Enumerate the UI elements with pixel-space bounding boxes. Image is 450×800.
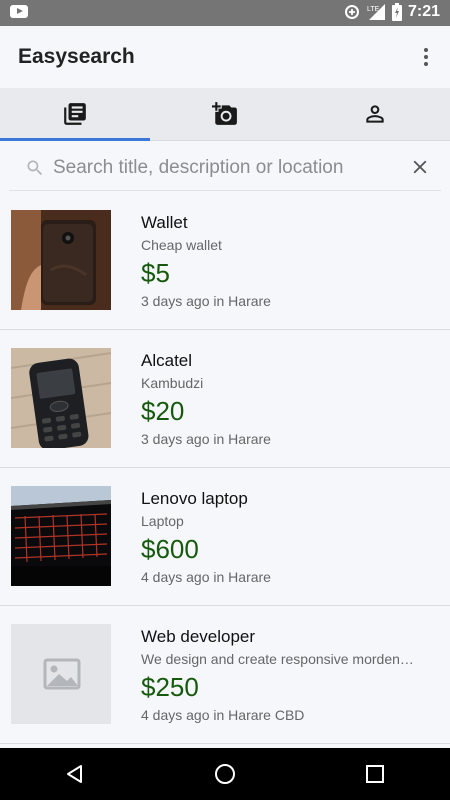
home-button[interactable] bbox=[205, 754, 245, 794]
listing-description: We design and create responsive morden… bbox=[141, 651, 414, 667]
svg-text:LTE: LTE bbox=[367, 6, 380, 13]
listing-meta: 3 days ago in Harare bbox=[141, 431, 271, 447]
list-item[interactable]: Web developer We design and create respo… bbox=[0, 606, 450, 744]
tab-listings[interactable] bbox=[0, 88, 150, 141]
search-icon bbox=[27, 160, 43, 176]
laptop-photo bbox=[11, 486, 111, 586]
data-saver-icon bbox=[344, 5, 359, 19]
search-bar bbox=[9, 144, 441, 191]
library-books-icon bbox=[64, 103, 86, 125]
listing-price: $20 bbox=[141, 396, 185, 426]
listing-title: Alcatel bbox=[141, 351, 193, 370]
person-icon bbox=[366, 105, 384, 123]
tab-add-photo[interactable] bbox=[150, 88, 300, 140]
app-title: Easysearch bbox=[18, 45, 135, 68]
status-bar: LTE 7:21 bbox=[0, 0, 450, 26]
youtube-icon bbox=[10, 5, 28, 18]
back-triangle-icon bbox=[67, 765, 82, 783]
list-item[interactable]: Alcatel Kambudzi $20 3 days ago in Harar… bbox=[0, 330, 450, 468]
more-vert-icon[interactable] bbox=[416, 46, 436, 68]
listing-meta: 4 days ago in Harare CBD bbox=[141, 707, 305, 723]
listing-description: Kambudzi bbox=[141, 375, 204, 391]
listing-meta: 3 days ago in Harare bbox=[141, 293, 271, 309]
tab-profile[interactable] bbox=[300, 88, 450, 140]
phone-photo bbox=[11, 348, 111, 448]
lte-signal-icon: LTE bbox=[367, 4, 385, 20]
listing-list: Wallet Cheap wallet $5 3 days ago in Har… bbox=[0, 192, 450, 744]
listing-price: $250 bbox=[141, 672, 199, 702]
listing-description: Laptop bbox=[141, 513, 184, 529]
app-bar: Easysearch bbox=[0, 26, 450, 88]
listing-description: Cheap wallet bbox=[141, 237, 222, 253]
recents-button[interactable] bbox=[355, 754, 395, 794]
list-item[interactable]: Lenovo laptop Laptop $600 4 days ago in … bbox=[0, 468, 450, 606]
close-icon[interactable] bbox=[409, 156, 431, 178]
recents-square-icon bbox=[366, 765, 384, 783]
clock: 7:21 bbox=[407, 3, 440, 20]
home-circle-icon bbox=[215, 764, 235, 784]
search-input[interactable] bbox=[51, 152, 395, 184]
battery-charging-icon bbox=[391, 3, 402, 21]
placeholder-image-icon bbox=[11, 624, 111, 724]
listing-title: Web developer bbox=[141, 627, 256, 646]
system-nav-bar bbox=[0, 748, 450, 800]
listing-title: Wallet bbox=[141, 213, 188, 232]
add-a-photo-icon bbox=[212, 102, 237, 125]
tab-bar bbox=[0, 88, 450, 141]
wallet-photo bbox=[11, 210, 111, 310]
listing-price: $600 bbox=[141, 534, 199, 564]
list-item[interactable]: Wallet Cheap wallet $5 3 days ago in Har… bbox=[0, 192, 450, 330]
listing-title: Lenovo laptop bbox=[141, 489, 248, 508]
listing-meta: 4 days ago in Harare bbox=[141, 569, 271, 585]
back-button[interactable] bbox=[55, 754, 95, 794]
listing-price: $5 bbox=[141, 258, 170, 288]
